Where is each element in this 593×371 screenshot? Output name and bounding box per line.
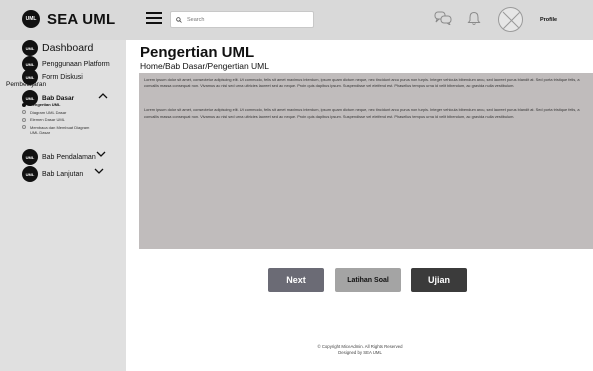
uml-logo-icon: UML [22,10,40,28]
chevron-down-icon[interactable] [96,151,106,157]
sidebar-category-label: Pembelajaran [6,81,46,88]
search-icon [176,16,182,23]
sub-item-pengertian-uml[interactable]: Pengertian UML [22,102,126,107]
bell-icon[interactable] [467,11,481,26]
content-paragraph: Lorem ipsum dolor sit amet, consectetur … [144,107,580,119]
uml-icon: UML [22,166,38,182]
bullet-icon [22,125,26,130]
chevron-down-icon[interactable] [94,168,104,174]
next-button[interactable]: Next [268,268,324,292]
sidebar: UML Dashboard UML Penggunaan Platform UM… [0,40,126,371]
sidebar-item-bab-pendalaman[interactable]: UML Bab Pendalaman [22,149,96,165]
sub-item-label: Membaca dan Membuat Diagram UML Dasar [30,124,90,135]
search-input[interactable] [187,16,307,23]
sidebar-item-label: Dashboard [42,42,94,54]
search-bar[interactable] [170,11,314,28]
latihan-soal-button[interactable]: Latihan Soal [335,268,401,292]
page-title: Pengertian UML [140,44,255,61]
footer-designed-by: Designed by SEA UML [338,349,382,355]
sub-item-label: Elemen Dasar UML [30,117,65,122]
sub-item-elemen-dasar-uml[interactable]: Elemen Dasar UML [22,117,126,122]
sidebar-item-bab-lanjutan[interactable]: UML Bab Lanjutan [22,166,83,182]
footer: © Copyright MiceAdmin. All Rights Reserv… [290,344,430,355]
bullet-icon [22,110,26,115]
menu-icon[interactable] [146,12,162,24]
content-box: Lorem ipsum dolor sit amet, consectetur … [139,73,593,249]
avatar-icon [502,11,521,30]
breadcrumb[interactable]: Home/Bab Dasar/Pengertian UML [140,61,269,71]
uml-icon: UML [22,149,38,165]
sidebar-item-label: Form Diskusi [42,73,83,81]
category-label: Pembelajaran [6,81,47,88]
app-name: SEA UML [47,10,116,28]
sub-item-diagram-uml-dasar[interactable]: Diagram UML Dasar [22,110,126,115]
profile-label[interactable]: Profile [540,17,557,23]
chat-icon[interactable] [434,11,452,25]
sub-item-label: Pengertian UML [30,102,61,107]
bullet-icon [22,102,26,107]
sub-menu-bab-dasar: Pengertian UML Diagram UML Dasar Elemen … [22,102,126,137]
ujian-button[interactable]: Ujian [411,268,467,292]
bullet-icon [22,117,26,122]
sidebar-item-label: Bab Dasar [42,94,75,102]
sidebar-item-label: Penggunaan Platform [42,60,110,68]
uml-icon: UML [22,40,38,56]
top-bar: UML SEA UML Profile [0,0,593,40]
sub-item-membaca-membuat-diagram[interactable]: Membaca dan Membuat Diagram UML Dasar [22,125,126,135]
sidebar-item-label: Bab Lanjutan [42,170,84,178]
sub-item-label: Diagram UML Dasar [30,109,67,115]
content-paragraph: Lorem ipsum dolor sit amet, consectetur … [144,77,580,89]
sidebar-item-label: Bab Pendalaman [42,153,96,161]
sidebar-item-dashboard[interactable]: UML Dashboard [22,40,93,56]
avatar[interactable] [498,7,523,32]
app-logo[interactable]: UML SEA UML [22,10,115,28]
chevron-up-icon[interactable] [98,93,108,99]
